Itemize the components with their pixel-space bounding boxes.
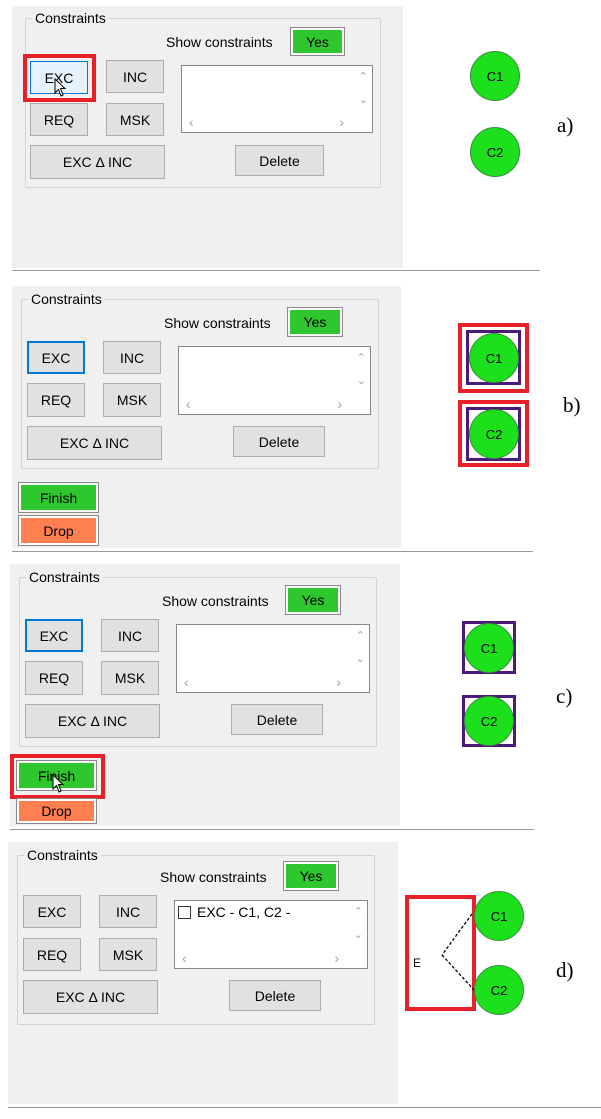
node-c1[interactable]: C1 — [474, 891, 524, 941]
node-c1[interactable]: C1 — [469, 333, 519, 383]
inc-button[interactable]: INC — [101, 619, 159, 652]
scroll-up-icon[interactable]: ⌃ — [354, 907, 363, 918]
scroll-down-icon[interactable]: ⌄ — [354, 930, 363, 941]
drop-button[interactable]: Drop — [18, 515, 99, 546]
exc-button[interactable]: EXC — [25, 619, 83, 652]
exc-delta-inc-button[interactable]: EXC Δ INC — [27, 426, 162, 460]
constraint-edge-label: E — [413, 956, 422, 970]
panel-b-caption: b) — [563, 393, 581, 417]
inc-button[interactable]: INC — [99, 895, 157, 928]
inc-button[interactable]: INC — [103, 341, 161, 374]
constraints-list[interactable]: ⌃ ⌄ ‹ › — [178, 346, 371, 415]
delete-button[interactable]: Delete — [229, 980, 321, 1011]
scroll-right-icon[interactable]: › — [336, 675, 341, 689]
scroll-down-icon[interactable]: ⌄ — [357, 376, 366, 387]
scroll-left-icon[interactable]: ‹ — [186, 397, 191, 411]
req-button[interactable]: REQ — [30, 103, 88, 136]
delete-button[interactable]: Delete — [233, 426, 325, 457]
finish-button[interactable]: Finish — [18, 482, 99, 513]
constraints-list[interactable]: EXC - C1, C2 - ⌃ ⌄ ‹ › — [174, 900, 368, 969]
show-constraints-yes-button[interactable]: Yes — [283, 861, 339, 891]
constraints-group-title: Constraints — [28, 291, 105, 307]
mouse-pointer-icon — [54, 78, 67, 97]
panel-c-canvas — [400, 564, 534, 810]
constraints-list[interactable]: ⌃ ⌄ ‹ › — [176, 624, 370, 693]
node-c2[interactable]: C2 — [470, 127, 520, 177]
node-c1[interactable]: C1 — [464, 623, 514, 673]
scroll-right-icon[interactable]: › — [334, 951, 339, 965]
constraints-group-title: Constraints — [26, 569, 103, 585]
panel-d-caption: d) — [556, 958, 574, 982]
delete-button[interactable]: Delete — [235, 145, 324, 176]
show-constraints-yes-button[interactable]: Yes — [285, 585, 341, 615]
panel-a-canvas — [403, 6, 540, 250]
req-button[interactable]: REQ — [25, 661, 83, 695]
show-constraints-label: Show constraints — [160, 869, 267, 885]
mouse-pointer-icon — [52, 774, 65, 793]
msk-button[interactable]: MSK — [99, 938, 157, 971]
inc-button[interactable]: INC — [106, 60, 164, 93]
show-constraints-yes-button[interactable]: Yes — [290, 27, 345, 56]
scroll-down-icon[interactable]: ⌄ — [356, 654, 365, 665]
node-c2[interactable]: C2 — [464, 696, 514, 746]
scroll-up-icon[interactable]: ⌃ — [356, 631, 365, 642]
constraint-checkbox[interactable] — [178, 905, 191, 919]
msk-button[interactable]: MSK — [103, 383, 161, 417]
scroll-right-icon[interactable]: › — [337, 397, 342, 411]
show-constraints-label: Show constraints — [164, 315, 271, 331]
exc-button[interactable]: EXC — [23, 895, 81, 928]
panel-d-separator — [8, 1107, 601, 1108]
panel-c-separator — [10, 829, 534, 830]
constraints-group-title: Constraints — [32, 10, 109, 26]
req-button[interactable]: REQ — [23, 938, 81, 971]
panel-c-caption: c) — [556, 684, 573, 708]
panel-a-caption: a) — [557, 113, 574, 137]
show-constraints-yes-button[interactable]: Yes — [287, 307, 343, 337]
node-c1[interactable]: C1 — [470, 51, 520, 101]
delete-button[interactable]: Delete — [231, 704, 323, 735]
exc-delta-inc-button[interactable]: EXC Δ INC — [25, 704, 160, 738]
scroll-left-icon[interactable]: ‹ — [184, 675, 189, 689]
exc-delta-inc-button[interactable]: EXC Δ INC — [23, 980, 158, 1014]
constraints-group-title: Constraints — [24, 847, 101, 863]
exc-delta-inc-button[interactable]: EXC Δ INC — [30, 145, 165, 179]
msk-button[interactable]: MSK — [106, 103, 164, 136]
constraint-list-item[interactable]: EXC - C1, C2 - — [178, 904, 290, 920]
panel-a-separator — [12, 270, 540, 271]
scroll-down-icon[interactable]: ⌄ — [359, 95, 368, 106]
scroll-up-icon[interactable]: ⌃ — [357, 353, 366, 364]
scroll-right-icon[interactable]: › — [339, 115, 344, 129]
exc-button[interactable]: EXC — [27, 341, 85, 374]
panel-b-separator — [12, 551, 533, 552]
constraint-list-item-label: EXC - C1, C2 - — [197, 904, 291, 920]
constraints-list[interactable]: ⌃ ⌄ ‹ › — [181, 65, 373, 133]
node-c2[interactable]: C2 — [469, 409, 519, 459]
scroll-left-icon[interactable]: ‹ — [182, 951, 187, 965]
scroll-up-icon[interactable]: ⌃ — [359, 72, 368, 83]
req-button[interactable]: REQ — [27, 383, 85, 417]
show-constraints-label: Show constraints — [162, 593, 269, 609]
show-constraints-label: Show constraints — [166, 34, 273, 50]
drop-button[interactable]: Drop — [16, 798, 97, 824]
scroll-left-icon[interactable]: ‹ — [189, 115, 194, 129]
node-c2[interactable]: C2 — [474, 965, 524, 1015]
msk-button[interactable]: MSK — [101, 661, 159, 695]
